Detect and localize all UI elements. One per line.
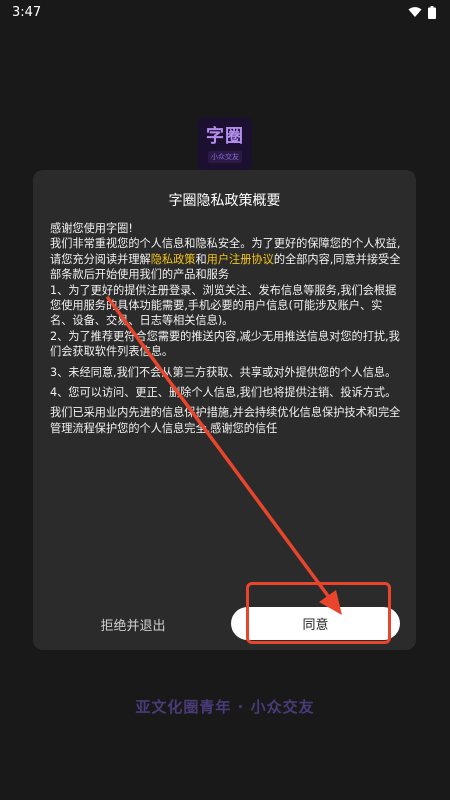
battery-icon: [428, 5, 436, 19]
status-icons: [408, 5, 436, 19]
privacy-dialog: 字圈隐私政策概要 感谢您使用字圈! 我们非常重视您的个人信息和隐私安全。为了更好…: [33, 170, 416, 650]
highlight-box: [246, 582, 391, 644]
user-agreement-link[interactable]: 用户注册协议: [207, 253, 274, 266]
status-time: 3:47: [12, 4, 42, 20]
closing-paragraph: 我们已采用业内先进的信息保护措施,并会持续优化信息保护技术和完全管理流程保护您的…: [50, 406, 401, 435]
and-text: 和: [195, 252, 207, 266]
wifi-icon: [408, 7, 422, 17]
app-logo-subtitle: 小众交友: [208, 150, 242, 163]
policy-item-4: 4、您可以访问、更正、删除个人信息,我们也将提供注销、投诉方式。: [50, 386, 397, 400]
intro-paragraph: 我们非常重视您的个人信息和隐私安全。为了更好的保障您的个人权益,请您充分阅读并理…: [50, 236, 404, 282]
status-bar: 3:47: [0, 0, 450, 24]
reject-exit-button[interactable]: 拒绝并退出: [63, 608, 203, 640]
greeting-text: 感谢您使用字圈!: [50, 222, 133, 235]
policy-item-3: 3、未经同意,我们不会从第三方获取、共享或对外提供您的个人信息。: [50, 365, 397, 379]
dialog-body: 感谢您使用字圈! 我们非常重视您的个人信息和隐私安全。为了更好的保障您的个人权益…: [50, 221, 404, 441]
dialog-title: 字圈隐私政策概要: [168, 193, 281, 209]
app-logo: 字圈 小众交友: [198, 117, 252, 171]
slogan-text: 亚文化圈青年 · 小众交友: [135, 698, 315, 716]
policy-item-1: 1、为了更好的提供注册登录、浏览关注、发布信息等服务,我们会根据您使用服务的具体…: [50, 283, 397, 328]
policy-item-2: 2、为了推荐更符合您需要的推送内容,减少无用推送信息对您的打扰,我们会获取软件列…: [50, 329, 400, 359]
app-logo-title: 字圈: [206, 125, 244, 147]
privacy-policy-link[interactable]: 隐私政策: [151, 253, 196, 266]
